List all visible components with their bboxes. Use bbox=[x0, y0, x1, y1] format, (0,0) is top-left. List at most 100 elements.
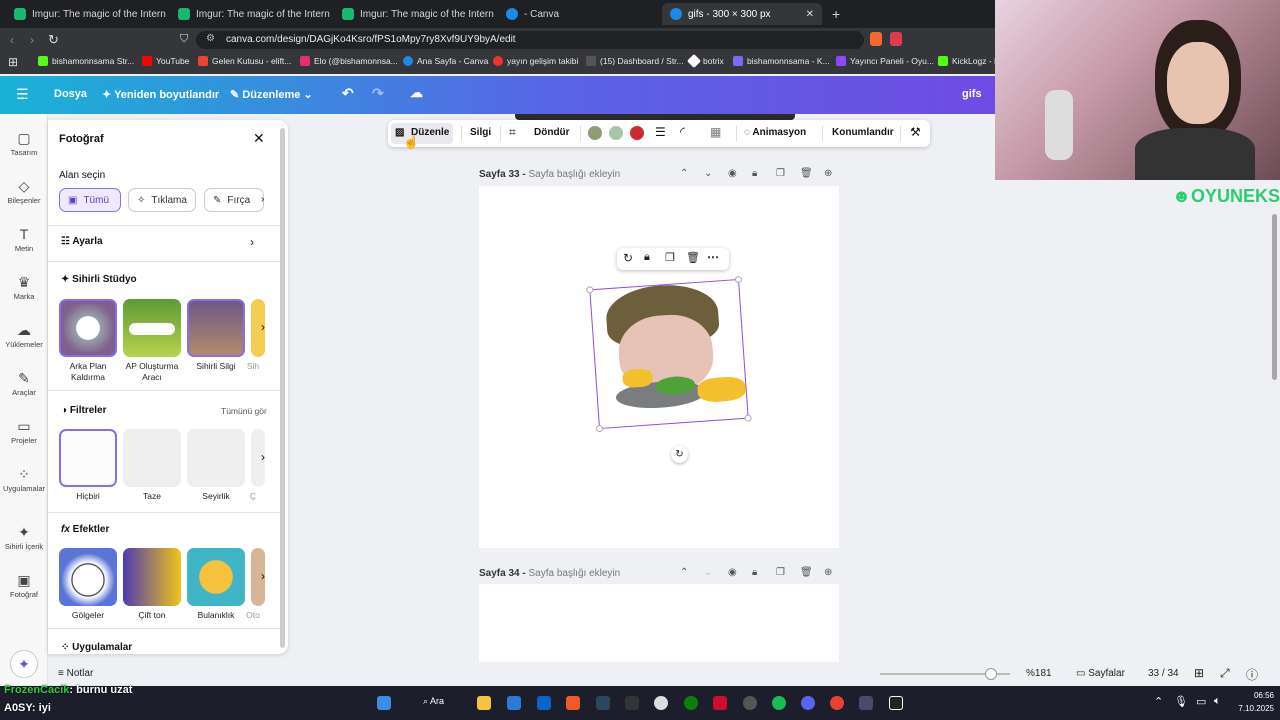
close-icon[interactable]: ✕ bbox=[253, 130, 265, 147]
color-swatch[interactable] bbox=[609, 126, 623, 140]
paint-format-icon[interactable]: ⚒ bbox=[910, 125, 921, 139]
browser-tab[interactable]: Imgur: The magic of the Internet bbox=[334, 3, 494, 25]
click-select-chip[interactable]: ✧ Tıklama bbox=[128, 188, 196, 212]
bookmark-item[interactable]: bishamonnsama - K... bbox=[733, 56, 830, 66]
color-swatch[interactable] bbox=[588, 126, 602, 140]
reload-icon[interactable]: ↻ bbox=[48, 32, 59, 48]
selected-sticker[interactable] bbox=[586, 275, 752, 433]
apps-grid-icon[interactable]: ⊞ bbox=[8, 55, 18, 69]
crop-icon[interactable]: ⌗ bbox=[509, 125, 516, 140]
blur-thumb[interactable] bbox=[187, 548, 245, 606]
see-all-link[interactable]: Tümünü gör bbox=[221, 406, 267, 416]
brave-shield-icon[interactable] bbox=[870, 32, 882, 46]
bookmark-item[interactable]: KickLogz - K bbox=[938, 56, 1000, 66]
menu-icon[interactable]: ☰ bbox=[16, 86, 29, 103]
chevron-right-icon[interactable]: › bbox=[261, 450, 265, 464]
zoom-slider-track[interactable] bbox=[880, 668, 1010, 680]
close-tab-icon[interactable]: ✕ bbox=[806, 9, 814, 20]
border-style-icon[interactable]: ☰ bbox=[655, 125, 666, 139]
file-explorer-icon[interactable] bbox=[477, 696, 491, 710]
clock-date[interactable]: 7.10.2025 bbox=[1224, 704, 1274, 713]
duplicate-icon[interactable]: ❐ bbox=[665, 251, 675, 264]
panel-scrollbar[interactable] bbox=[280, 128, 285, 648]
more-icon[interactable]: ⋯ bbox=[707, 250, 719, 264]
side-nav-brand[interactable]: ♛ Marka bbox=[0, 274, 48, 301]
chevron-down-icon[interactable]: ⌄ bbox=[704, 567, 712, 578]
add-page-icon[interactable]: ⊕ bbox=[824, 168, 832, 179]
page-34-label[interactable]: Sayfa 34 - Sayfa başlığı ekleyin bbox=[479, 568, 620, 579]
discord-icon[interactable] bbox=[801, 696, 815, 710]
capcut-icon[interactable] bbox=[889, 696, 903, 710]
bookmark-item[interactable]: bishamonnsama Str... bbox=[38, 56, 134, 66]
page-34-canvas[interactable] bbox=[479, 584, 839, 662]
back-icon[interactable]: ‹ bbox=[10, 33, 14, 47]
steam-icon[interactable] bbox=[596, 696, 610, 710]
browser-tab-active[interactable]: gifs - 300 × 300 px ✕ bbox=[662, 3, 822, 25]
side-nav-elements[interactable]: ◇ Bileşenler bbox=[0, 178, 48, 205]
chevron-right-icon[interactable]: › bbox=[261, 194, 264, 205]
bookmark-item[interactable]: Yayıncı Paneli - Oyu... bbox=[836, 56, 934, 66]
filter-whimsical-thumb[interactable] bbox=[187, 429, 245, 487]
clock-time[interactable]: 06:56 bbox=[1234, 691, 1274, 700]
windows-start-icon[interactable] bbox=[377, 696, 391, 710]
chevron-right-icon[interactable]: › bbox=[261, 320, 265, 334]
animate-button[interactable]: ◌ Animasyon bbox=[744, 127, 806, 138]
resize-handle[interactable] bbox=[734, 275, 743, 284]
chevron-up-icon[interactable]: ⌃ bbox=[1154, 695, 1163, 708]
chevron-right-icon[interactable]: › bbox=[250, 235, 254, 249]
transparency-icon[interactable]: ▦ bbox=[710, 125, 721, 139]
resize-button[interactable]: ✦ Yeniden boyutlandır bbox=[102, 88, 219, 101]
fullscreen-icon[interactable]: ⤢ bbox=[1220, 666, 1230, 681]
epic-games-icon[interactable] bbox=[625, 696, 639, 710]
brave-icon[interactable] bbox=[566, 696, 580, 710]
outlook-icon[interactable] bbox=[537, 696, 551, 710]
notes-button[interactable]: ≡ Notlar bbox=[58, 668, 93, 679]
duplicate-page-icon[interactable]: ❐ bbox=[776, 168, 785, 179]
filter-none-thumb[interactable] bbox=[59, 429, 117, 487]
chrome-icon[interactable] bbox=[830, 696, 844, 710]
chevron-right-icon[interactable]: › bbox=[261, 569, 265, 583]
magic-eraser-thumb[interactable] bbox=[187, 299, 245, 357]
brush-select-chip[interactable]: ✎ Fırça bbox=[204, 188, 264, 212]
delete-page-icon[interactable]: 🗑︎ bbox=[800, 168, 813, 179]
side-nav-photo[interactable]: ▣ Fotoğraf bbox=[0, 572, 48, 599]
filter-fresh-thumb[interactable] bbox=[123, 429, 181, 487]
store-icon[interactable] bbox=[507, 696, 521, 710]
chevron-up-icon[interactable]: ⌃ bbox=[680, 168, 688, 179]
grid-view-icon[interactable]: ⊞ bbox=[1194, 666, 1204, 680]
resize-handle[interactable] bbox=[744, 414, 752, 422]
rotate-icon[interactable]: ↻ bbox=[623, 251, 633, 265]
cloud-save-icon[interactable]: ☁ bbox=[410, 85, 423, 101]
spotify-icon[interactable] bbox=[772, 696, 786, 710]
select-all-chip[interactable]: ▣ Tümü bbox=[59, 188, 121, 212]
zoom-slider-thumb[interactable] bbox=[984, 668, 997, 680]
canva-assistant-icon[interactable]: ✦ bbox=[10, 650, 38, 678]
chevron-up-icon[interactable]: ⌃ bbox=[680, 567, 688, 578]
pages-button[interactable]: ▭ Sayfalar bbox=[1076, 668, 1125, 679]
page-33-label[interactable]: Sayfa 33 - Sayfa başlığı ekleyin bbox=[479, 169, 620, 180]
undo-icon[interactable]: ↶ bbox=[342, 85, 354, 102]
duplicate-page-icon[interactable]: ❐ bbox=[776, 567, 785, 578]
app-icon[interactable] bbox=[859, 696, 873, 710]
browser-tab[interactable]: Imgur: The magic of the Internet bbox=[170, 3, 330, 25]
bookmark-icon[interactable]: ⛉ bbox=[180, 33, 188, 46]
microphone-icon[interactable]: 🎙︎ bbox=[1174, 695, 1188, 708]
zoom-level[interactable]: %181 bbox=[1026, 668, 1052, 679]
browser-tab[interactable]: - Canva bbox=[498, 3, 658, 25]
bg-remover-thumb[interactable] bbox=[59, 299, 117, 357]
help-icon[interactable]: ⓘ bbox=[1246, 666, 1258, 683]
obs-icon[interactable] bbox=[654, 696, 668, 710]
lock-page-icon[interactable]: 🔒︎ bbox=[752, 567, 757, 578]
lock-icon[interactable]: 🔒︎ bbox=[644, 251, 650, 264]
editing-mode-dropdown[interactable]: ✎ Düzenleme ⌄ bbox=[230, 88, 313, 101]
bookmark-item[interactable]: Elo (@bishamonnsa... bbox=[300, 56, 398, 66]
app-icon[interactable] bbox=[743, 696, 757, 710]
design-title[interactable]: gifs bbox=[962, 88, 982, 100]
site-settings-icon[interactable]: ⚙ bbox=[206, 33, 215, 44]
side-nav-design[interactable]: ▢ Tasarım bbox=[0, 130, 48, 157]
redo-icon[interactable]: ↷ bbox=[372, 85, 384, 102]
file-menu[interactable]: Dosya bbox=[54, 88, 87, 100]
rotate-handle-icon[interactable]: ↻ bbox=[671, 446, 688, 463]
chevron-down-icon[interactable]: ⌄ bbox=[704, 168, 712, 179]
bookmark-item[interactable]: (15) Dashboard / Str... bbox=[586, 56, 684, 66]
